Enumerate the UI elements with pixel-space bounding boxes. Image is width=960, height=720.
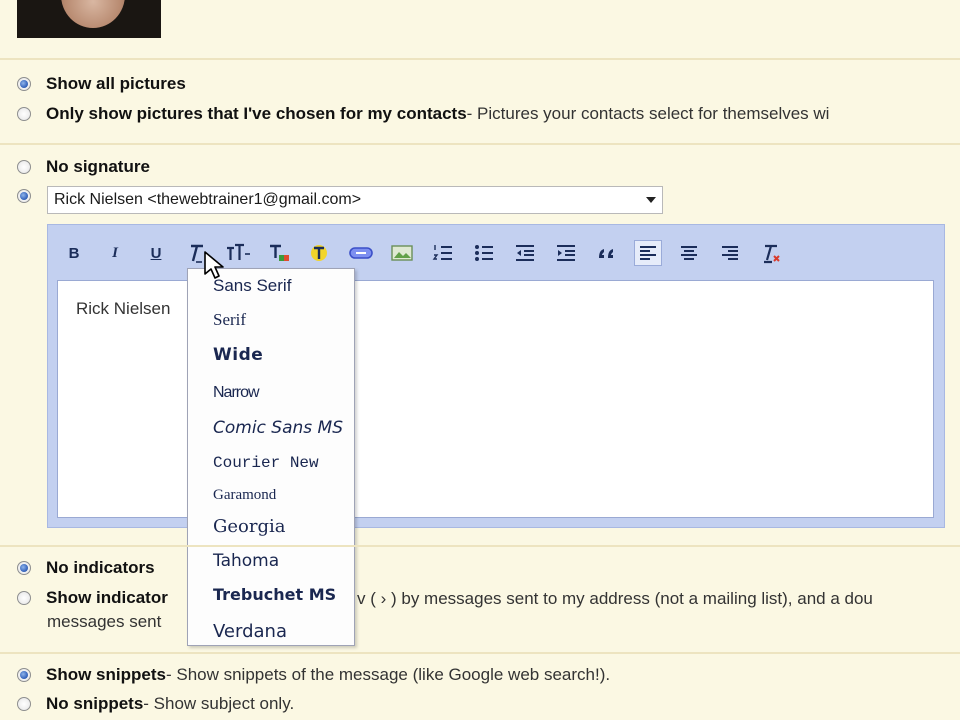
- show-snippets-label: Show snippets: [46, 665, 166, 684]
- bulleted-list-icon: [475, 245, 493, 261]
- bold-icon: B: [68, 244, 80, 262]
- show-snippets-desc: - Show snippets of the message (like Goo…: [165, 665, 611, 684]
- font-option-georgia[interactable]: Georgia: [213, 516, 285, 537]
- align-left-icon: [640, 246, 656, 260]
- no-signature-label: No signature: [46, 157, 150, 176]
- formatting-toolbar: B I U: [60, 239, 798, 267]
- quote-button[interactable]: [593, 240, 621, 266]
- bold-button[interactable]: B: [60, 240, 88, 266]
- signature-text: Rick Nielsen: [76, 299, 171, 318]
- align-center-icon: [681, 246, 697, 260]
- highlight-color-icon: [311, 245, 327, 261]
- option-only-chosen-pictures[interactable]: Only show pictures that I've chosen for …: [17, 102, 829, 126]
- no-snippets-label: No snippets: [46, 694, 144, 713]
- option-show-all-pictures[interactable]: Show all pictures: [17, 72, 186, 96]
- option-show-snippets[interactable]: Show snippets - Show snippets of the mes…: [17, 663, 610, 687]
- underline-icon: U: [150, 244, 162, 262]
- font-size-button[interactable]: [224, 240, 252, 266]
- section-divider: [0, 652, 960, 654]
- radio-show-all-pictures[interactable]: [17, 77, 31, 91]
- indent-icon: [557, 245, 575, 261]
- italic-button[interactable]: I: [101, 240, 129, 266]
- italic-icon: I: [112, 244, 118, 261]
- radio-only-chosen-pictures[interactable]: [17, 107, 31, 121]
- bulleted-list-button[interactable]: [470, 240, 498, 266]
- no-snippets-desc: - Show subject only.: [143, 694, 295, 713]
- numbered-list-button[interactable]: [429, 240, 457, 266]
- option-no-indicators[interactable]: No indicators: [17, 556, 155, 580]
- font-option-verdana[interactable]: Verdana: [213, 621, 287, 642]
- align-right-button[interactable]: [716, 240, 744, 266]
- underline-button[interactable]: U: [142, 240, 170, 266]
- radio-show-indicators[interactable]: [17, 591, 31, 605]
- signature-editor: B I U Rick Nielsen: [47, 224, 945, 528]
- option-no-signature[interactable]: No signature: [17, 155, 150, 179]
- font-option-comic-sans-ms[interactable]: Comic Sans MS: [213, 418, 343, 438]
- font-option-serif[interactable]: Serif: [213, 310, 246, 330]
- remove-formatting-icon: [764, 244, 780, 264]
- font-size-icon: [227, 243, 250, 260]
- show-indicators-desc-line2: messages sent: [47, 612, 162, 631]
- insert-image-button[interactable]: [388, 240, 416, 266]
- show-indicators-desc: v ( › ) by messages sent to my address (…: [357, 589, 873, 608]
- radio-no-signature[interactable]: [17, 160, 31, 174]
- highlight-color-button[interactable]: [306, 240, 334, 266]
- font-family-menu: Sans Serif Serif Wide Narrow Comic Sans …: [187, 268, 355, 646]
- remove-formatting-button[interactable]: [757, 240, 785, 266]
- link-icon: [349, 247, 373, 259]
- option-signature[interactable]: [17, 184, 46, 208]
- font-option-courier-new[interactable]: Courier New: [213, 454, 319, 472]
- only-chosen-pictures-label: Only show pictures that I've chosen for …: [46, 104, 467, 123]
- align-right-icon: [722, 246, 738, 260]
- radio-signature[interactable]: [17, 189, 31, 203]
- text-color-icon: [270, 244, 289, 261]
- show-indicators-label: Show indicator: [46, 588, 168, 607]
- profile-picture: [17, 0, 161, 38]
- only-chosen-pictures-desc: - Pictures your contacts select for them…: [466, 104, 830, 123]
- option-show-indicators[interactable]: Show indicator: [17, 586, 168, 610]
- signature-identity-value: Rick Nielsen <thewebtrainer1@gmail.com>: [54, 191, 362, 208]
- font-option-wide[interactable]: Wide: [213, 345, 263, 365]
- increase-indent-button[interactable]: [552, 240, 580, 266]
- quote-icon: [599, 249, 613, 258]
- numbered-list-icon: [432, 245, 452, 260]
- font-option-garamond[interactable]: Garamond: [213, 487, 276, 504]
- outdent-icon: [516, 245, 534, 261]
- dropdown-arrow-icon[interactable]: [646, 197, 656, 203]
- mouse-pointer-icon: [204, 251, 224, 279]
- no-indicators-label: No indicators: [46, 558, 155, 577]
- section-divider: [0, 545, 960, 547]
- font-option-tahoma[interactable]: Tahoma: [213, 551, 279, 571]
- link-button[interactable]: [347, 240, 375, 266]
- option-no-snippets[interactable]: No snippets - Show subject only.: [17, 692, 294, 716]
- text-color-button[interactable]: [265, 240, 293, 266]
- signature-identity-select[interactable]: Rick Nielsen <thewebtrainer1@gmail.com>: [47, 186, 663, 214]
- decrease-indent-button[interactable]: [511, 240, 539, 266]
- section-divider: [0, 58, 960, 60]
- section-divider: [0, 143, 960, 145]
- radio-show-snippets[interactable]: [17, 668, 31, 682]
- image-icon: [391, 245, 413, 261]
- radio-no-indicators[interactable]: [17, 561, 31, 575]
- align-center-button[interactable]: [675, 240, 703, 266]
- face-image: [61, 0, 125, 28]
- show-all-pictures-label: Show all pictures: [46, 74, 186, 93]
- font-option-trebuchet-ms[interactable]: Trebuchet MS: [213, 585, 336, 604]
- font-option-narrow[interactable]: Narrow: [213, 384, 260, 402]
- radio-no-snippets[interactable]: [17, 697, 31, 711]
- align-left-button[interactable]: [634, 240, 662, 266]
